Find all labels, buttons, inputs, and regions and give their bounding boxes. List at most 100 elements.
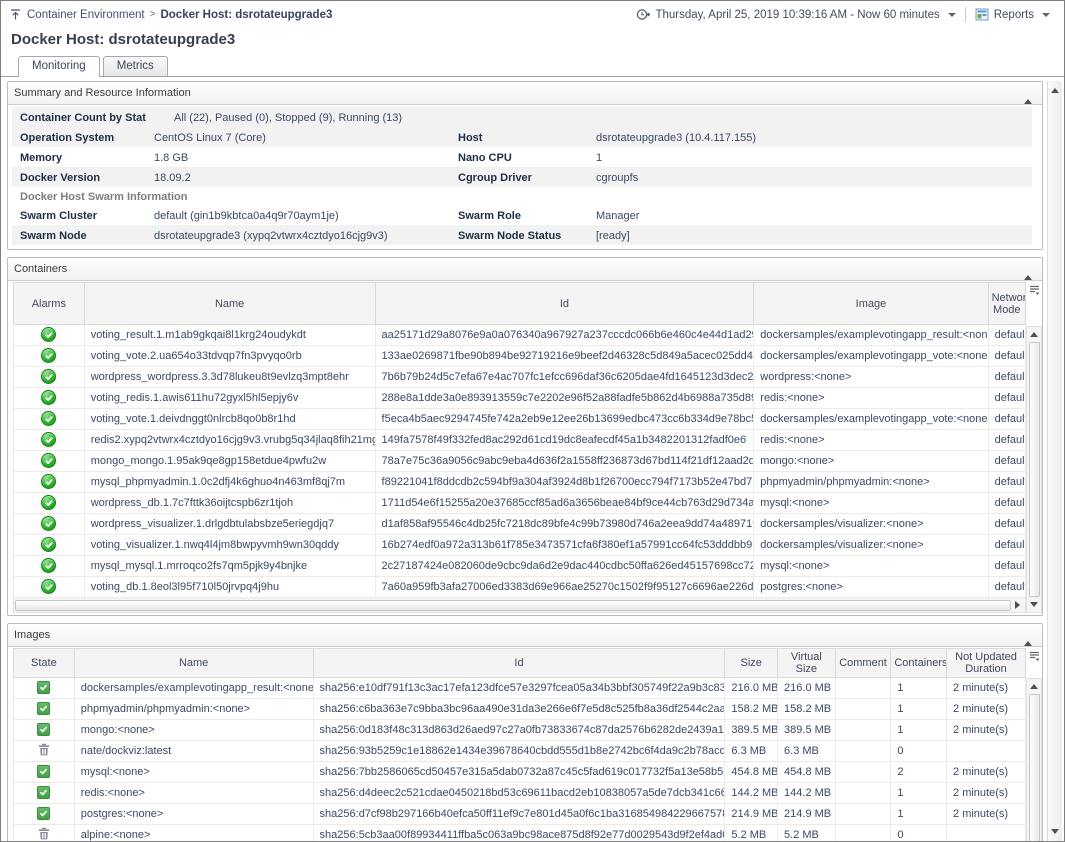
table-customizer-icon[interactable] (1026, 282, 1042, 326)
vertical-scrollbar[interactable] (1026, 326, 1042, 613)
scroll-up-button[interactable] (1028, 680, 1041, 693)
column-header-id[interactable]: Id (374, 282, 755, 325)
column-header-name[interactable]: Name (83, 282, 376, 325)
container-image: redis:<none> (753, 387, 989, 409)
image-row[interactable]: postgres:<none> sha256:d7cf98b297166b40e… (13, 803, 1026, 825)
normal-alarm-icon[interactable] (41, 579, 57, 595)
image-id: sha256:0d183f48c313d863d26aed97c27a0fb73… (312, 719, 726, 741)
column-header-comment[interactable]: Comment (834, 648, 892, 678)
container-row[interactable]: wordpress_wordpress.3.3d78lukeu8t9evlzq3… (13, 366, 1027, 388)
image-row[interactable]: mysql:<none> sha256:7bb2586065cd50457e31… (13, 761, 1026, 783)
container-row[interactable]: wordpress_db.1.7c7fttk36oijtcspb6zr1tjoh… (13, 492, 1027, 514)
normal-alarm-icon[interactable] (41, 537, 57, 553)
column-header-state[interactable]: State (13, 648, 75, 678)
trash-icon (38, 743, 50, 759)
table-customizer-icon[interactable] (1026, 648, 1042, 678)
container-row[interactable]: mysql_mysql.1.mrroqco2fs7qm5pjk9y4bnjke … (13, 555, 1027, 577)
scrollbar-thumb[interactable] (1028, 342, 1040, 597)
container-id: 2c27187424e082060de9cbc9da6d2e9dac440cdb… (374, 555, 755, 577)
image-row[interactable]: redis:<none> sha256:d4deec2c521cdae04502… (13, 782, 1026, 804)
container-row[interactable]: voting_visualizer.1.nwq4l4jm8bwpyvmh9wn3… (13, 534, 1027, 556)
container-row[interactable]: voting_db.1.8eol3l95f710l50jrvpq4j9hu 7a… (13, 576, 1027, 598)
summary-value: 18.09.2 (154, 171, 191, 184)
running-state-icon (37, 765, 51, 778)
normal-alarm-icon[interactable] (41, 474, 57, 490)
column-header-image[interactable]: Image (753, 282, 989, 325)
vertical-scrollbar[interactable] (1026, 678, 1042, 841)
scroll-up-button[interactable] (1049, 84, 1062, 97)
normal-alarm-icon[interactable] (41, 558, 57, 574)
summary-label: Host (458, 131, 483, 144)
normal-alarm-icon[interactable] (41, 495, 57, 511)
container-id: 7b6b79b24d5c7efa67e4ac707fc1efcc696daf36… (374, 366, 755, 388)
column-header-name[interactable]: Name (73, 648, 314, 678)
normal-alarm-icon[interactable] (41, 348, 57, 364)
image-comment (834, 803, 892, 825)
column-header-virtual-size[interactable]: Virtual Size (777, 648, 836, 678)
tab-metrics[interactable]: Metrics (102, 56, 168, 76)
scroll-down-button[interactable] (1028, 598, 1041, 611)
timerange-selector[interactable]: Thursday, April 25, 2019 10:39:16 AM - N… (636, 8, 956, 21)
running-state-icon (37, 786, 51, 799)
summary-row: Docker Version 18.09.2 Cgroup Driver cgr… (12, 167, 1032, 187)
column-header-not-updated-duration[interactable]: Not Updated Duration (946, 648, 1026, 678)
container-row[interactable]: mysql_phpmyadmin.1.0c2dfj4k6ghuo4n463mf8… (13, 471, 1027, 493)
container-image: phpmyadmin/phpmyadmin:<none> (753, 471, 989, 493)
normal-alarm-icon[interactable] (41, 516, 57, 532)
page-scrollbar[interactable] (1047, 81, 1062, 841)
reports-menu-button[interactable]: Reports (975, 8, 1050, 21)
collapse-panel-icon[interactable] (1022, 261, 1034, 280)
up-level-icon[interactable] (9, 8, 22, 21)
summary-value: dsrotateupgrade3 (10.4.117.155) (596, 131, 757, 144)
image-size: 5.2 MB (724, 824, 779, 841)
container-row[interactable]: voting_result.1.m1ab9gkqai8l1krg24oudykd… (13, 324, 1027, 346)
container-row[interactable]: wordpress_visualizer.1.drlgdbtulabsbze5e… (13, 513, 1027, 535)
image-virtual-size: 144.2 MB (777, 782, 836, 804)
image-size: 216.0 MB (724, 677, 779, 699)
image-row[interactable]: alpine:<none> sha256:5cb3aa00f89934411ff… (13, 824, 1026, 841)
column-header-containers[interactable]: Containers (890, 648, 948, 678)
container-image: dockersamples/visualizer:<none> (753, 513, 989, 535)
normal-alarm-icon[interactable] (41, 411, 57, 427)
images-header-row: State Name Id Size Virtual Size Comment … (13, 648, 1026, 678)
tab-monitoring[interactable]: Monitoring (18, 56, 100, 77)
normal-alarm-icon[interactable] (41, 327, 57, 343)
image-state-cell (13, 740, 75, 762)
container-name: voting_db.1.8eol3l95f710l50jrvpq4j9hu (83, 576, 376, 598)
container-row[interactable]: redis2.xypq2vtwrx4cztdyo16cjg9v3.vrubg5q… (13, 429, 1027, 451)
container-row[interactable]: voting_vote.1.deivdnggt0nlrcb8qo0b8r1hd … (13, 408, 1027, 430)
normal-alarm-icon[interactable] (41, 369, 57, 385)
scrollbar-thumb[interactable] (1028, 694, 1040, 841)
breadcrumb-container-environment[interactable]: Container Environment (27, 9, 145, 21)
normal-alarm-icon[interactable] (41, 432, 57, 448)
scroll-down-button[interactable] (1049, 825, 1062, 838)
column-header-alarms[interactable]: Alarms (13, 282, 85, 325)
docker-host-monitoring-page: Container Environment > Docker Host: dsr… (0, 0, 1065, 842)
container-network-mode: default (987, 513, 1027, 535)
scrollbar-thumb[interactable] (15, 599, 1011, 611)
scroll-right-button[interactable] (1011, 599, 1024, 612)
image-row[interactable]: phpmyadmin/phpmyadmin:<none> sha256:c6ba… (13, 698, 1026, 720)
image-id: sha256:e10df791f13c3ac17efa123dfce57e329… (312, 677, 726, 699)
image-row[interactable]: nate/dockviz:latest sha256:93b5259c1e188… (13, 740, 1026, 762)
images-table: State Name Id Size Virtual Size Comment … (13, 648, 1026, 841)
container-network-mode: default (987, 534, 1027, 556)
horizontal-scrollbar[interactable] (13, 598, 1026, 613)
container-row[interactable]: voting_vote.2.ua654o33tdvqp7fn3pvyqo0rb … (13, 345, 1027, 367)
column-header-id[interactable]: Id (312, 648, 726, 678)
summary-row: Swarm Cluster default (gin1b9kbtca0a4q9r… (12, 205, 1032, 225)
column-header-network-mode[interactable]: Network Mode (987, 282, 1027, 325)
image-row[interactable]: dockersamples/examplevotingapp_result:<n… (13, 677, 1026, 699)
normal-alarm-icon[interactable] (41, 453, 57, 469)
image-row[interactable]: mongo:<none> sha256:0d183f48c313d863d26a… (13, 719, 1026, 741)
summary-panel-title: Summary and Resource Information (14, 87, 191, 99)
normal-alarm-icon[interactable] (41, 390, 57, 406)
container-row[interactable]: voting_redis.1.awis611hu72gyxl5hl5epjy6v… (13, 387, 1027, 409)
scroll-up-button[interactable] (1028, 328, 1041, 341)
container-row[interactable]: mongo_mongo.1.95ak9qe8gp158etdue4pwfu2w … (13, 450, 1027, 472)
column-header-size[interactable]: Size (724, 648, 779, 678)
images-table-area: State Name Id Size Virtual Size Comment … (8, 647, 1042, 841)
collapse-panel-icon[interactable] (1022, 627, 1034, 646)
summary-label: Nano CPU (458, 151, 512, 164)
collapse-panel-icon[interactable] (1022, 85, 1034, 104)
